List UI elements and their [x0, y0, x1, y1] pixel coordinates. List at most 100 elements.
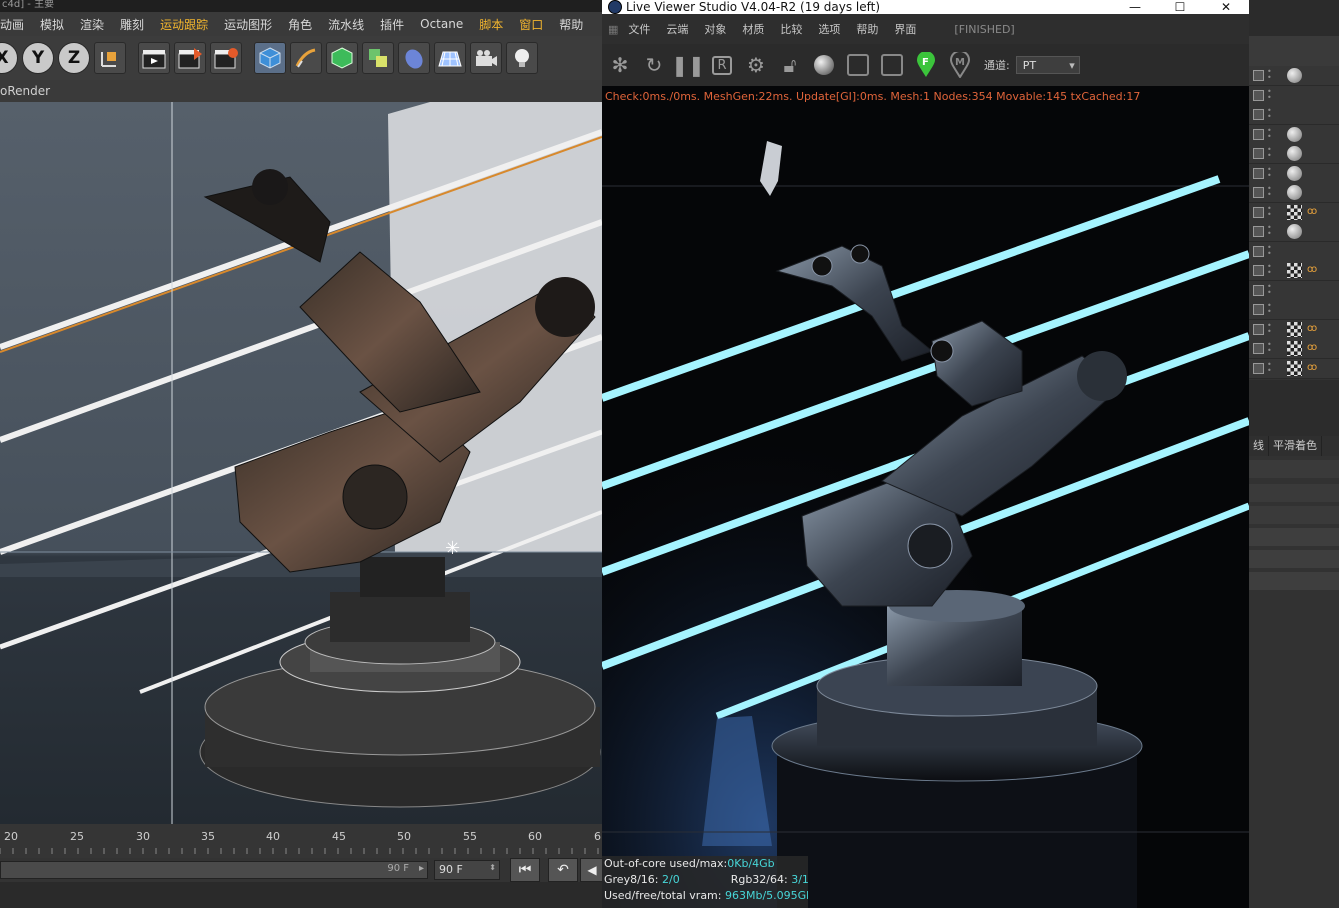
render-view-button[interactable] [138, 42, 170, 74]
object-row[interactable]: • • [1249, 300, 1339, 320]
edit-toggle-icon[interactable] [1253, 148, 1264, 159]
close-button[interactable]: ✕ [1206, 0, 1246, 14]
pause-render-button[interactable]: ❚❚ [671, 51, 705, 79]
object-row[interactable]: • • [1249, 85, 1339, 106]
minimize-button[interactable]: — [1115, 0, 1155, 14]
lv-menu-item[interactable]: 云端 [658, 21, 696, 37]
visibility-dots-icon[interactable]: • • [1267, 341, 1272, 355]
coordinate-system-button[interactable] [94, 42, 126, 74]
object-row[interactable]: • • ꝏ [1249, 319, 1339, 340]
lv-menu-item[interactable]: 对象 [696, 21, 734, 37]
edit-toggle-icon[interactable] [1253, 323, 1264, 335]
visibility-dots-icon[interactable]: • • [1267, 107, 1272, 121]
object-row[interactable]: • • [1249, 163, 1339, 184]
camera-button[interactable] [470, 42, 502, 74]
light-button[interactable] [506, 42, 538, 74]
visibility-dots-icon[interactable]: • • [1267, 360, 1272, 374]
lv-menu-item[interactable]: 材质 [734, 21, 772, 37]
object-row[interactable]: • • [1249, 124, 1339, 145]
texture-tag-icon[interactable] [1287, 360, 1302, 376]
restart-render-button[interactable]: ↻ [640, 51, 668, 79]
render-settings-button[interactable] [210, 42, 242, 74]
tab-lines[interactable]: 线 [1249, 436, 1269, 456]
visibility-dots-icon[interactable]: • • [1267, 321, 1272, 335]
visibility-dots-icon[interactable]: • • [1267, 126, 1272, 140]
clay-mode-button[interactable] [844, 51, 872, 79]
attribute-row[interactable] [1249, 550, 1339, 568]
edit-toggle-icon[interactable] [1253, 187, 1264, 198]
previous-frame-button[interactable]: ◀ [580, 858, 604, 882]
object-row[interactable]: • • [1249, 144, 1339, 164]
lv-menu-item[interactable]: 比较 [772, 21, 810, 37]
menu-item[interactable]: 流水线 [320, 16, 372, 33]
c4d-viewport[interactable]: ✳ [0, 102, 602, 824]
lock-button[interactable]: 🔓︎ [776, 51, 804, 79]
material-tag-icon[interactable] [1287, 68, 1302, 83]
lv-menu-item[interactable]: 文件 [620, 21, 658, 37]
attribute-row[interactable] [1249, 572, 1339, 590]
attribute-row[interactable] [1249, 484, 1339, 502]
object-row[interactable]: • • [1249, 105, 1339, 125]
menu-item[interactable]: 脚本 [471, 16, 511, 33]
live-viewer-render[interactable]: Check:0ms./0ms. MeshGen:22ms. Update[GI]… [602, 86, 1249, 908]
edit-toggle-icon[interactable] [1253, 362, 1264, 374]
visibility-dots-icon[interactable]: • • [1267, 302, 1272, 316]
object-row[interactable]: • • [1249, 280, 1339, 301]
material-tag-icon[interactable] [1287, 126, 1302, 142]
tab-smooth-shading[interactable]: 平滑着色 [1269, 436, 1322, 456]
lv-menu-item[interactable]: 界面 [886, 21, 924, 37]
region-render-button[interactable]: R [708, 51, 736, 79]
z-axis-lock-button[interactable]: Z [58, 42, 90, 74]
visibility-dots-icon[interactable]: • • [1267, 146, 1272, 160]
object-row[interactable]: • • ꝏ [1249, 358, 1339, 379]
edit-toggle-icon[interactable] [1253, 226, 1264, 237]
cube-primitive-button[interactable] [254, 42, 286, 74]
material-tag-icon[interactable] [1287, 146, 1302, 161]
send-scene-button[interactable]: ✻ [606, 51, 634, 79]
visibility-dots-icon[interactable]: • • [1267, 204, 1272, 218]
edit-toggle-icon[interactable] [1253, 109, 1264, 120]
menu-item[interactable]: 帮助 [551, 16, 591, 33]
spline-pen-button[interactable] [290, 42, 322, 74]
object-row[interactable]: • • [1249, 222, 1339, 242]
texture-tag-icon[interactable] [1287, 204, 1302, 220]
edit-toggle-icon[interactable] [1253, 89, 1264, 101]
octane-tag-icon[interactable]: ꝏ [1307, 323, 1317, 334]
octane-tag-icon[interactable]: ꝏ [1307, 362, 1317, 373]
visibility-dots-icon[interactable]: • • [1267, 263, 1272, 277]
timeline-ruler[interactable]: 20 25 30 35 40 45 50 55 60 6 [0, 824, 602, 858]
focus-picker-button[interactable]: F [912, 51, 940, 79]
generator-button[interactable] [326, 42, 358, 74]
material-ball-button[interactable] [810, 51, 838, 79]
go-to-start-button[interactable]: ⏮ [510, 858, 540, 882]
object-row[interactable]: • • ꝏ [1249, 261, 1339, 281]
array-button[interactable] [362, 42, 394, 74]
edit-toggle-icon[interactable] [1253, 343, 1264, 354]
material-picker-button[interactable]: M [946, 51, 974, 79]
texture-tag-icon[interactable] [1287, 341, 1302, 356]
edit-toggle-icon[interactable] [1253, 245, 1264, 257]
attribute-row[interactable] [1249, 528, 1339, 546]
object-row[interactable]: • • [1249, 183, 1339, 203]
attribute-row[interactable] [1249, 460, 1339, 478]
deformer-button[interactable] [398, 42, 430, 74]
previous-keyframe-button[interactable]: ↶ [548, 858, 578, 882]
visibility-dots-icon[interactable]: • • [1267, 185, 1272, 199]
menu-item[interactable]: 运动跟踪 [152, 16, 216, 33]
lv-menu-item[interactable]: 选项 [810, 21, 848, 37]
frame-range-slider[interactable]: 90 F ▸ [0, 861, 428, 879]
menu-item[interactable]: 渲染 [72, 16, 112, 33]
lv-menu-item[interactable]: 帮助 [848, 21, 886, 37]
octane-tag-icon[interactable]: ꝏ [1307, 206, 1317, 217]
edit-toggle-icon[interactable] [1253, 128, 1264, 140]
floor-button[interactable] [434, 42, 466, 74]
object-row[interactable]: • • [1249, 241, 1339, 262]
visibility-dots-icon[interactable]: • • [1267, 243, 1272, 257]
texture-tag-icon[interactable] [1287, 263, 1302, 278]
visibility-dots-icon[interactable]: • • [1267, 87, 1272, 101]
visibility-dots-icon[interactable]: • • [1267, 282, 1272, 296]
menu-item[interactable]: 雕刻 [112, 16, 152, 33]
render-picture-viewer-button[interactable] [174, 42, 206, 74]
menu-item[interactable]: 模拟 [32, 16, 72, 33]
subsampling-button[interactable] [878, 51, 906, 79]
